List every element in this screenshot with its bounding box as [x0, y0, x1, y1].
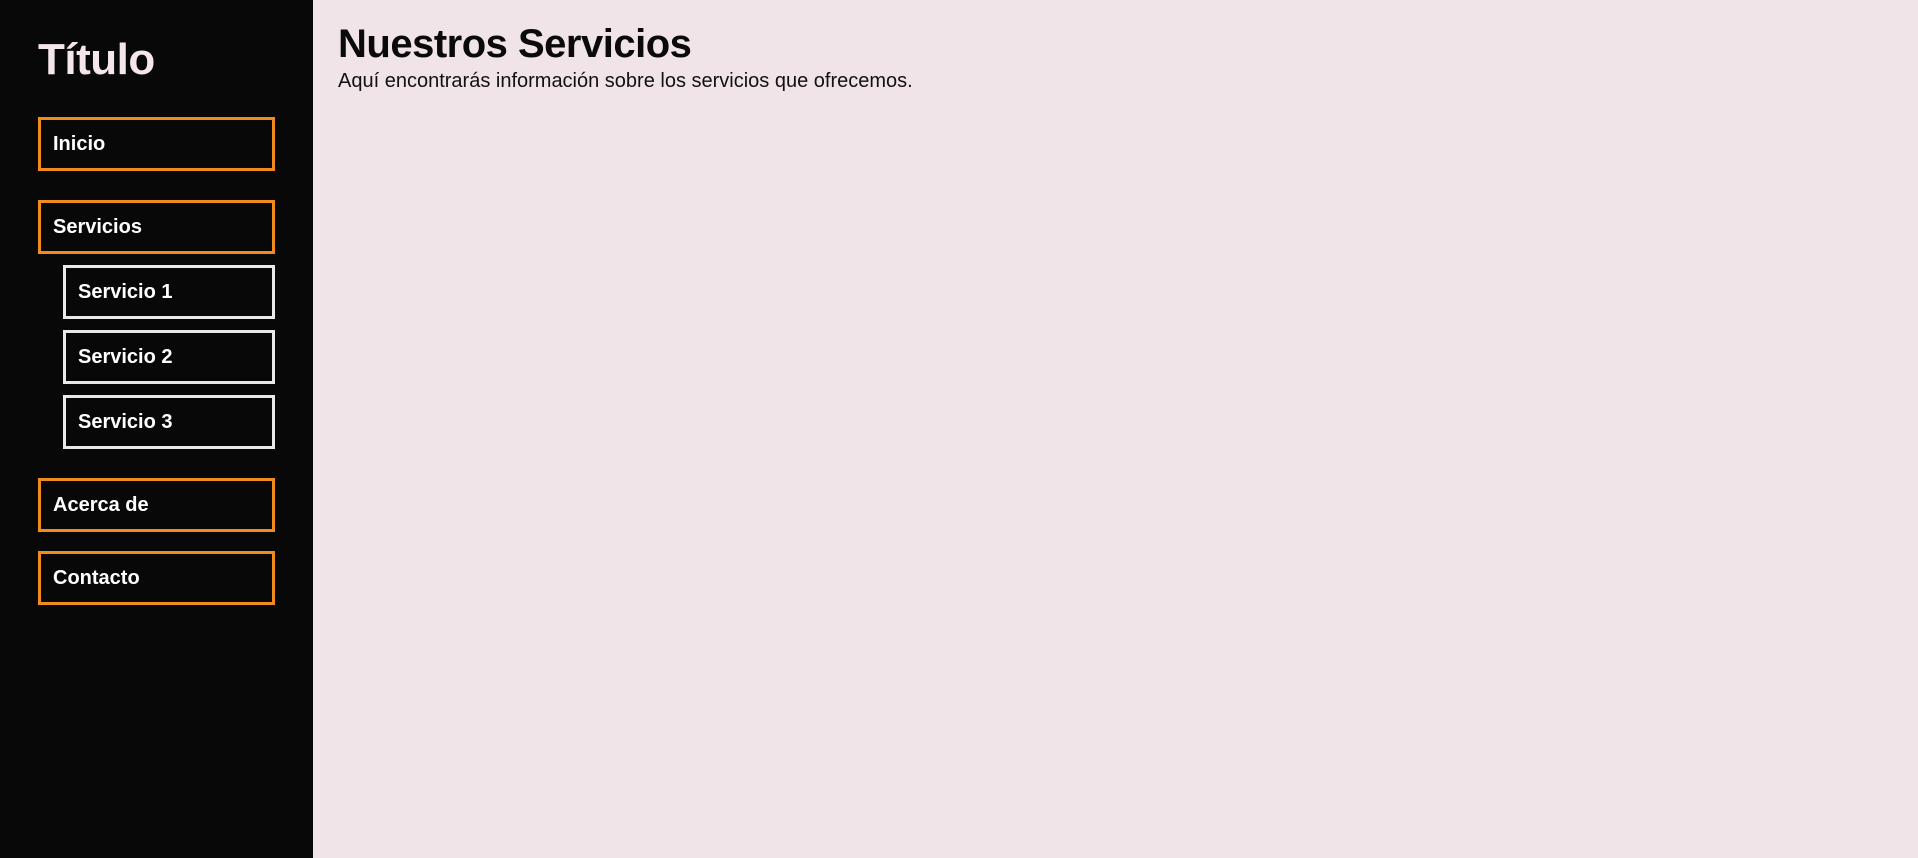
subnav-item-label: Servicio 3: [78, 410, 173, 433]
nav-item-label: Acerca de: [53, 493, 149, 516]
subnav-item-label: Servicio 2: [78, 345, 173, 368]
nav-item-contacto[interactable]: Contacto: [38, 551, 275, 605]
subnav-item-servicio-2[interactable]: Servicio 2: [63, 330, 275, 384]
subnav-item-servicio-1[interactable]: Servicio 1: [63, 265, 275, 319]
nav-item-servicios[interactable]: Servicios: [38, 200, 275, 254]
page-layout: Título Inicio Servicios Servicio 1 Servi…: [0, 0, 1918, 858]
page-title: Nuestros Servicios: [338, 22, 692, 66]
nav-item-inicio[interactable]: Inicio: [38, 117, 275, 171]
main-content: Nuestros Servicios Aquí encontrarás info…: [313, 0, 1918, 858]
nav-item-acerca-de[interactable]: Acerca de: [38, 478, 275, 532]
page-description: Aquí encontrarás información sobre los s…: [338, 70, 913, 92]
nav-item-label: Servicios: [53, 215, 142, 238]
servicios-submenu: Servicio 1 Servicio 2 Servicio 3: [63, 265, 313, 449]
site-title: Título: [38, 35, 155, 84]
subnav-item-label: Servicio 1: [78, 280, 173, 303]
subnav-item-servicio-3[interactable]: Servicio 3: [63, 395, 275, 449]
sidebar: Título Inicio Servicios Servicio 1 Servi…: [0, 0, 313, 858]
nav-item-label: Contacto: [53, 566, 140, 589]
nav-item-label: Inicio: [53, 132, 106, 155]
